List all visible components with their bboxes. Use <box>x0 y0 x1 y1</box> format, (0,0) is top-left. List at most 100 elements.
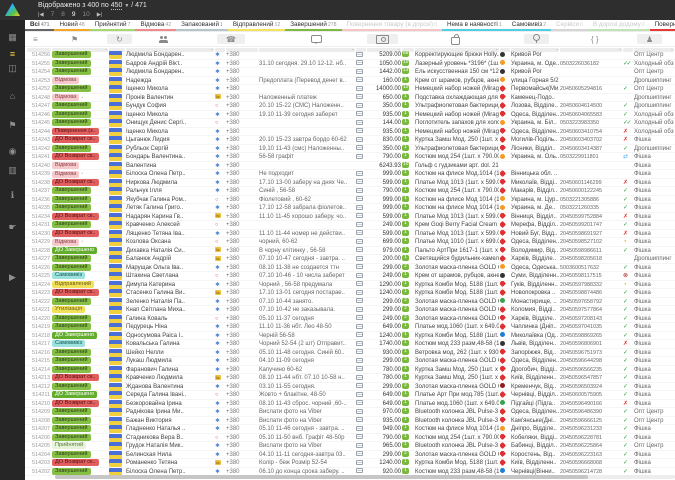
orders-icon[interactable]: ≡ <box>0 47 25 61</box>
tracking-number[interactable]: 20450597041035 <box>560 323 622 332</box>
tracking-number[interactable] <box>560 94 622 103</box>
page-button-7[interactable]: 7 <box>51 11 55 18</box>
client-phone[interactable]: +380 <box>226 51 258 60</box>
video-icon[interactable]: ▶ <box>0 270 25 284</box>
table-row[interactable]: 514218ДО ЗавершеноОдносумова Раіса І..∗+… <box>25 332 675 341</box>
tracking-number[interactable]: 20450597988332 <box>560 281 622 290</box>
dimensions-icon[interactable]: { } <box>588 34 602 44</box>
tracking-number[interactable]: 20450598527102 <box>560 238 622 247</box>
client-phone[interactable]: +380 <box>226 281 258 290</box>
table-row[interactable]: 514205ПрийнятийГрудок Наталія Мик..∗+380… <box>25 442 675 451</box>
tracking-number[interactable]: 5003600517632 <box>560 264 622 273</box>
client-phone[interactable]: +380 <box>226 332 258 341</box>
client-phone[interactable]: +380 <box>226 179 258 188</box>
client-phone[interactable]: +380 <box>226 187 258 196</box>
table-row[interactable]: 514235ЗавершенийЛетяк Галина Григо..∗+38… <box>25 204 675 213</box>
table-row[interactable]: 514207ЗавершенийГладненко Наталья ..∗+38… <box>25 425 675 434</box>
tracking-number[interactable]: 20450596547857 <box>560 374 622 383</box>
clients-icon[interactable] <box>156 34 171 44</box>
table-row[interactable]: 514204ЗавершенийБелинская Нила∗+38004.10… <box>25 451 675 460</box>
horizontal-scrollbar[interactable] <box>55 475 675 479</box>
client-phone[interactable]: +380 <box>226 417 258 426</box>
client-phone[interactable]: +380 <box>226 136 258 145</box>
tracking-number[interactable] <box>560 77 622 86</box>
payment-icon[interactable] <box>367 34 398 44</box>
client-phone[interactable]: +380 <box>226 434 258 443</box>
table-row[interactable]: 514252ЗавершенийІщенко Микола∗+38014000.… <box>25 85 675 94</box>
table-row[interactable]: 514242ЗавершенийРубльок Сергій∗+38019.10… <box>25 145 675 154</box>
table-row[interactable]: 514215ЗавершенийЛукаш Людмила∗+38004.10 … <box>25 357 675 366</box>
table-row[interactable]: 514212ЗавершенийЖданова Валентина∗+38003… <box>25 383 675 392</box>
tab-Завершений[interactable]: Завершений278 <box>285 21 341 31</box>
chat-icon[interactable] <box>308 34 325 44</box>
client-phone[interactable]: +380 <box>226 111 258 120</box>
table-row[interactable]: 514214ЗавершенийФаранович Галина∗+380Кап… <box>25 366 675 375</box>
app-logo-icon[interactable] <box>5 3 20 16</box>
table-row[interactable]: 514243ДО Возврат ск..Цыганюк Лидия∗+3802… <box>25 136 675 145</box>
client-phone[interactable]: +380 <box>226 77 258 86</box>
tab-Відправлений[interactable]: Відправлений12 <box>228 21 285 31</box>
finance-icon[interactable]: ⌂ <box>0 89 25 103</box>
client-phone[interactable]: +380 <box>226 94 258 103</box>
page-button-9[interactable]: 9 <box>72 11 76 18</box>
client-phone[interactable]: +380 <box>226 247 258 256</box>
tracking-number[interactable]: 20450596228781 <box>560 434 622 443</box>
tracking-number[interactable]: 20450597658792 <box>560 298 622 307</box>
client-phone[interactable]: +380 <box>226 425 258 434</box>
client-phone[interactable]: +380 <box>226 60 258 69</box>
tracking-number[interactable]: 20450597208143 <box>560 315 622 324</box>
refresh-icon[interactable]: ↻ <box>107 34 132 44</box>
table-row[interactable]: 514234ДО Возврат ск..Надарян Карина Гв..… <box>25 213 675 222</box>
client-phone[interactable]: +380 <box>226 153 258 162</box>
dashboard-icon[interactable]: ▦ <box>0 30 25 44</box>
table-row[interactable]: 514221УтилізаціяКнап Світлана Миха..∗+38… <box>25 306 675 315</box>
client-phone[interactable]: +380 <box>226 213 258 222</box>
table-row[interactable]: 514209ЗавершенийРаднікова Ірина Ми..∗+38… <box>25 408 675 417</box>
tracking-number[interactable]: 20450605294816 <box>560 85 622 94</box>
tab-Сервіси[interactable]: Сервіси0 <box>551 21 588 31</box>
tags-icon[interactable]: ⚑ <box>0 118 25 132</box>
table-row[interactable]: 514222ЗавершенийЗеленко Наталія Па..∗+38… <box>25 298 675 307</box>
tracking-number[interactable]: 0503226036182 <box>560 60 622 69</box>
tracking-number[interactable]: 20450603414387 <box>560 145 622 154</box>
support-icon[interactable]: ☛ <box>0 220 25 234</box>
tracking-number[interactable]: 0503221305886 <box>560 196 622 205</box>
table-row[interactable]: 514217СамовивізКовальська Галина∗+380Чор… <box>25 340 675 349</box>
products-icon[interactable] <box>448 34 463 44</box>
table-row[interactable]: 514203ДО Возврат ск..Романенко Тетянаlic… <box>25 459 675 468</box>
tab-В дорозі додому[interactable]: В дорозі додому0 <box>588 21 650 31</box>
tracking-number[interactable] <box>560 51 622 60</box>
location-icon[interactable] <box>524 34 549 44</box>
last-page-icon[interactable]: ▶| <box>97 12 103 18</box>
client-phone[interactable]: +380 <box>226 170 258 179</box>
client-phone[interactable]: +380 <box>226 221 258 230</box>
client-phone[interactable]: +380 <box>226 119 258 128</box>
table-row[interactable]: 514244Повернення (з..Іщенко Микола∗+3809… <box>25 128 675 137</box>
tracking-number[interactable]: 0503229911801 <box>560 153 622 162</box>
status-filter-icon[interactable]: ≡ <box>30 34 41 44</box>
table-row[interactable]: 514253ВідмоваНадежда∗+380Предоплата (Пер… <box>25 77 675 86</box>
tracking-number[interactable]: 20450598869265 <box>560 332 622 341</box>
tracking-number[interactable]: 20450599752884 <box>560 213 622 222</box>
client-phone[interactable]: +380 <box>226 68 258 77</box>
table-row[interactable]: 514216ЗавершенийШейко Нелли∗+38005.10 11… <box>25 349 675 358</box>
tracking-number[interactable]: 20450598986611 <box>560 247 622 256</box>
client-phone[interactable]: +380 <box>226 196 258 205</box>
client-phone[interactable]: +380 <box>226 366 258 375</box>
table-row[interactable]: 514254ЗавершенийЛюдмила Бондарен..∗+3801… <box>25 68 675 77</box>
tracking-number[interactable]: 20450598117515 <box>560 272 622 281</box>
tracking-number[interactable]: 20450596666125 <box>560 417 622 426</box>
client-phone[interactable]: +380 <box>226 102 258 111</box>
page-button-8[interactable]: 8 <box>61 11 65 18</box>
client-phone[interactable]: +380 <box>226 272 258 281</box>
tracking-number[interactable]: 20450598691927 <box>560 230 622 239</box>
table-row[interactable]: 514228ДО ЗавершеноДихавка Наталія Си..li… <box>25 247 675 256</box>
client-phone[interactable]: +380 <box>226 289 258 298</box>
table-row[interactable]: 514238ДО Возврат ск..Ниркова Людмила∗+38… <box>25 179 675 188</box>
tracking-number[interactable]: 20450597577864 <box>560 306 622 315</box>
tracking-number[interactable]: 20450596668068 <box>560 459 622 468</box>
table-row[interactable]: 514220ЗавершенийГалина Коваль○+38005.10 … <box>25 315 675 324</box>
tab-Прийнятий[interactable]: Прийнятий7 <box>90 21 136 31</box>
client-phone[interactable]: +380 <box>226 255 258 264</box>
tracking-number[interactable] <box>560 68 622 77</box>
